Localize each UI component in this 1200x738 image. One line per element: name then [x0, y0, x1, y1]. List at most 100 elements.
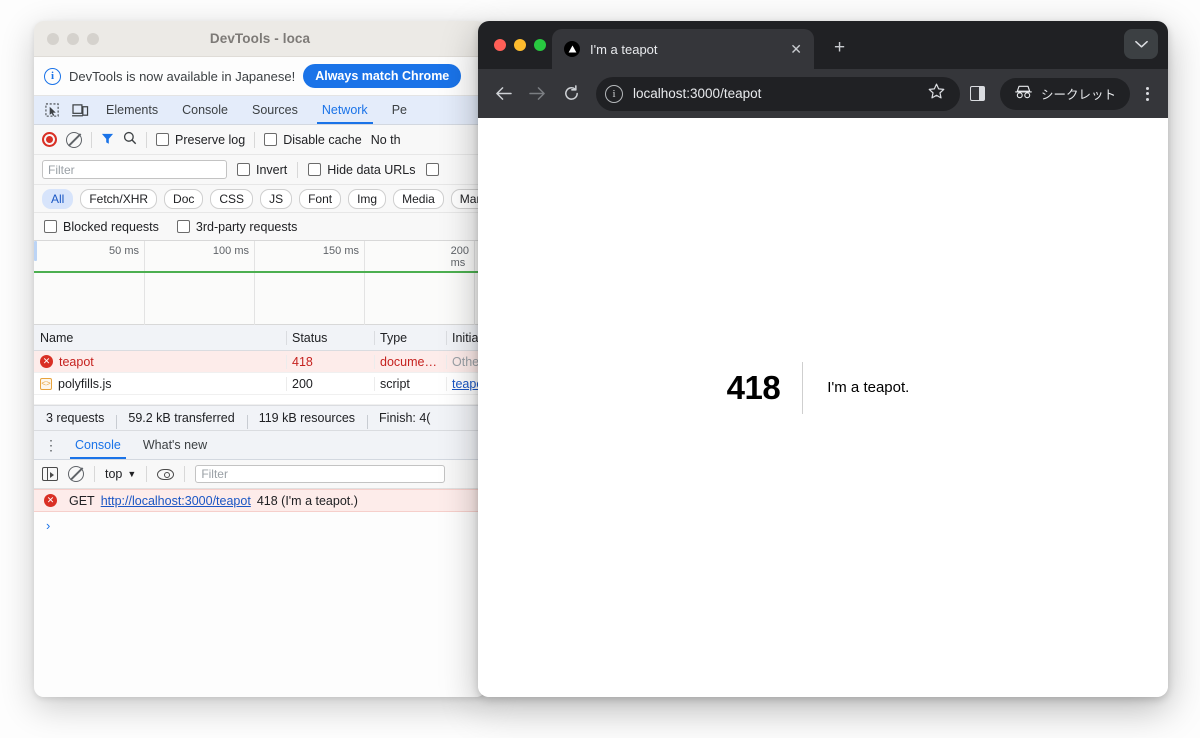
minimize-window-button[interactable]: [514, 39, 526, 51]
preserve-log-checkbox[interactable]: Preserve log: [156, 133, 245, 147]
maximize-window-button[interactable]: [534, 39, 546, 51]
chip-img[interactable]: Img: [348, 188, 387, 209]
chip-media[interactable]: Media: [393, 188, 444, 209]
resource-type-filters: All Fetch/XHR Doc CSS JS Font Img Media …: [34, 185, 486, 213]
checkbox-box: [308, 163, 322, 176]
column-header-status[interactable]: Status: [286, 330, 374, 345]
more-options-icon[interactable]: ⋮: [38, 431, 64, 459]
network-request-table: Name Status Type Initiat ✕ teapot 418 do…: [34, 325, 486, 405]
live-expression-icon[interactable]: [157, 468, 175, 480]
overview-gridline: [474, 241, 475, 325]
tab-sources[interactable]: Sources: [240, 96, 310, 124]
devtools-language-banner: i DevTools is now available in Japanese!…: [34, 57, 486, 96]
clear-icon[interactable]: [66, 131, 82, 148]
divider: [91, 131, 92, 148]
drawer-tab-console[interactable]: Console: [64, 431, 132, 459]
close-window-button[interactable]: [494, 39, 506, 51]
table-row[interactable]: ✕ teapot 418 docume… Other: [34, 351, 486, 373]
reload-button[interactable]: [554, 77, 588, 111]
desktop-background: DevTools - loca i DevTools is now availa…: [0, 0, 1200, 738]
console-input-prompt[interactable]: ›: [34, 512, 486, 538]
close-icon[interactable]: ✕: [790, 42, 802, 56]
request-status: 200: [286, 376, 374, 391]
tab-elements[interactable]: Elements: [94, 96, 170, 124]
log-method: GET: [69, 493, 95, 508]
checkbox-box: [156, 133, 169, 146]
chip-js[interactable]: JS: [260, 188, 293, 209]
chip-fetch-xhr[interactable]: Fetch/XHR: [80, 188, 158, 209]
invert-checkbox[interactable]: Invert: [237, 163, 287, 177]
throttling-select[interactable]: No th: [371, 133, 401, 147]
log-url-link[interactable]: http://localhost:3000/teapot: [101, 494, 251, 508]
browser-tab[interactable]: I'm a teapot ✕: [552, 29, 814, 69]
error-icon: ✕: [44, 494, 57, 507]
tab-console[interactable]: Console: [170, 96, 240, 124]
star-icon[interactable]: [919, 83, 954, 104]
tab-network[interactable]: Network: [310, 96, 380, 124]
console-error-message[interactable]: ✕ GET http://localhost:3000/teapot 418 (…: [34, 489, 486, 512]
chip-font[interactable]: Font: [299, 188, 342, 209]
extra-checkbox[interactable]: [425, 163, 439, 176]
page-viewport: 418 I'm a teapot.: [478, 118, 1168, 697]
chip-css[interactable]: CSS: [210, 188, 254, 209]
summary-finish: Finish: 4(: [367, 411, 442, 429]
record-icon[interactable]: [42, 132, 57, 147]
network-summary-bar: 3 requests 59.2 kB transferred 119 kB re…: [34, 405, 486, 431]
back-button[interactable]: [486, 77, 520, 111]
checkbox-box: [264, 133, 278, 146]
device-toolbar-icon[interactable]: [66, 96, 94, 124]
request-name-cell: ✕ teapot: [34, 355, 286, 369]
inspect-element-icon[interactable]: [38, 96, 66, 124]
chip-doc[interactable]: Doc: [164, 188, 204, 209]
banner-text: DevTools is now available in Japanese!: [69, 68, 296, 84]
hide-data-urls-checkbox[interactable]: Hide data URLs: [308, 163, 416, 177]
table-row-partial[interactable]: [34, 395, 486, 405]
chrome-window-controls[interactable]: [494, 39, 546, 51]
blocked-requests-checkbox[interactable]: Blocked requests: [44, 220, 159, 234]
overview-tick-label: 100 ms: [212, 245, 249, 257]
request-status: 418: [286, 354, 374, 369]
side-panel-icon: [970, 86, 986, 101]
triangle-favicon: [564, 41, 580, 57]
network-overview-timeline[interactable]: 50 ms 100 ms 150 ms 200 ms: [34, 241, 486, 325]
error-page-content: 418 I'm a teapot.: [727, 361, 909, 414]
tab-search-button[interactable]: [1124, 29, 1158, 59]
devtools-window: DevTools - loca i DevTools is now availa…: [34, 21, 486, 697]
address-bar[interactable]: i localhost:3000/teapot: [596, 76, 960, 111]
side-panel-button[interactable]: [962, 78, 994, 110]
request-name: teapot: [59, 354, 94, 369]
incognito-indicator[interactable]: シークレット: [999, 77, 1130, 110]
disable-cache-checkbox[interactable]: Disable cache: [264, 133, 362, 147]
extra-filter-row: Blocked requests 3rd-party requests: [34, 213, 486, 241]
tab-title: I'm a teapot: [590, 41, 658, 57]
drawer-tab-whats-new[interactable]: What's new: [132, 431, 218, 459]
column-header-type[interactable]: Type: [374, 330, 446, 345]
console-toolbar: top ▼ Filter: [34, 460, 486, 489]
always-match-chrome-button[interactable]: Always match Chrome: [303, 64, 462, 88]
forward-button[interactable]: [520, 77, 554, 111]
table-row[interactable]: <> polyfills.js 200 script teapo: [34, 373, 486, 395]
log-detail: 418 (I'm a teapot.): [256, 493, 358, 508]
request-type: docume…: [374, 354, 446, 369]
request-name: polyfills.js: [58, 376, 112, 391]
network-filter-input[interactable]: Filter: [42, 160, 227, 179]
script-icon: <>: [40, 377, 52, 390]
overview-load-line: [34, 271, 486, 273]
console-context-select[interactable]: top ▼: [105, 467, 136, 481]
chevron-down-icon: ▼: [127, 469, 137, 479]
new-tab-button[interactable]: +: [834, 37, 845, 59]
column-header-name[interactable]: Name: [34, 331, 286, 345]
console-sidebar-icon[interactable]: [42, 467, 58, 481]
clear-console-icon[interactable]: [68, 466, 84, 482]
site-info-icon[interactable]: i: [605, 84, 623, 103]
summary-transferred: 59.2 kB transferred: [116, 411, 246, 429]
three-dot-menu-icon[interactable]: [1134, 86, 1160, 101]
info-icon: i: [44, 67, 61, 85]
divider: [94, 466, 95, 482]
console-filter-input[interactable]: Filter: [195, 465, 446, 483]
search-icon[interactable]: [123, 131, 137, 148]
funnel-icon[interactable]: [101, 132, 114, 148]
tab-performance[interactable]: Pe: [380, 96, 419, 124]
chip-all[interactable]: All: [42, 188, 74, 209]
third-party-requests-checkbox[interactable]: 3rd-party requests: [176, 220, 297, 234]
